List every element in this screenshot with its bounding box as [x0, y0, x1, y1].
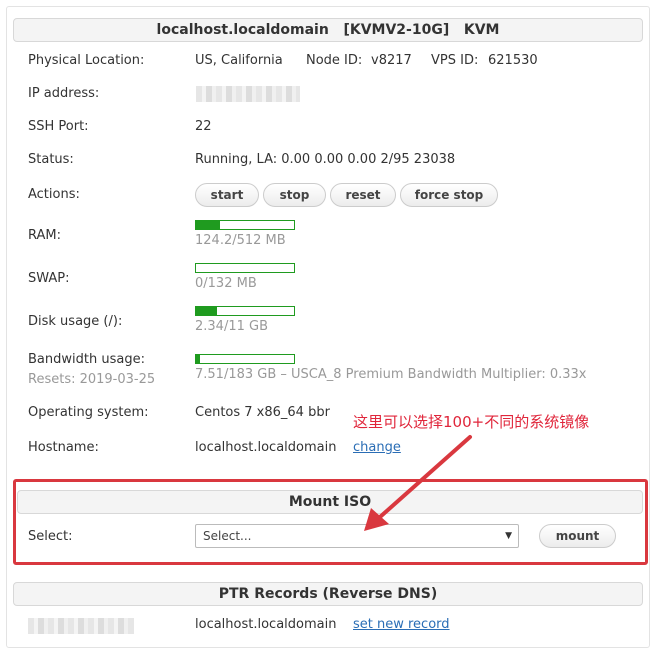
ptr-title: PTR Records (Reverse DNS): [218, 586, 438, 602]
set-new-record-link[interactable]: set new record: [353, 617, 450, 632]
ptr-hostname: localhost.localdomain: [195, 617, 337, 632]
ptr-ip-redacted: [28, 618, 134, 634]
ptr-title-bar: PTR Records (Reverse DNS): [13, 582, 643, 606]
annotation-arrow: [364, 435, 472, 531]
